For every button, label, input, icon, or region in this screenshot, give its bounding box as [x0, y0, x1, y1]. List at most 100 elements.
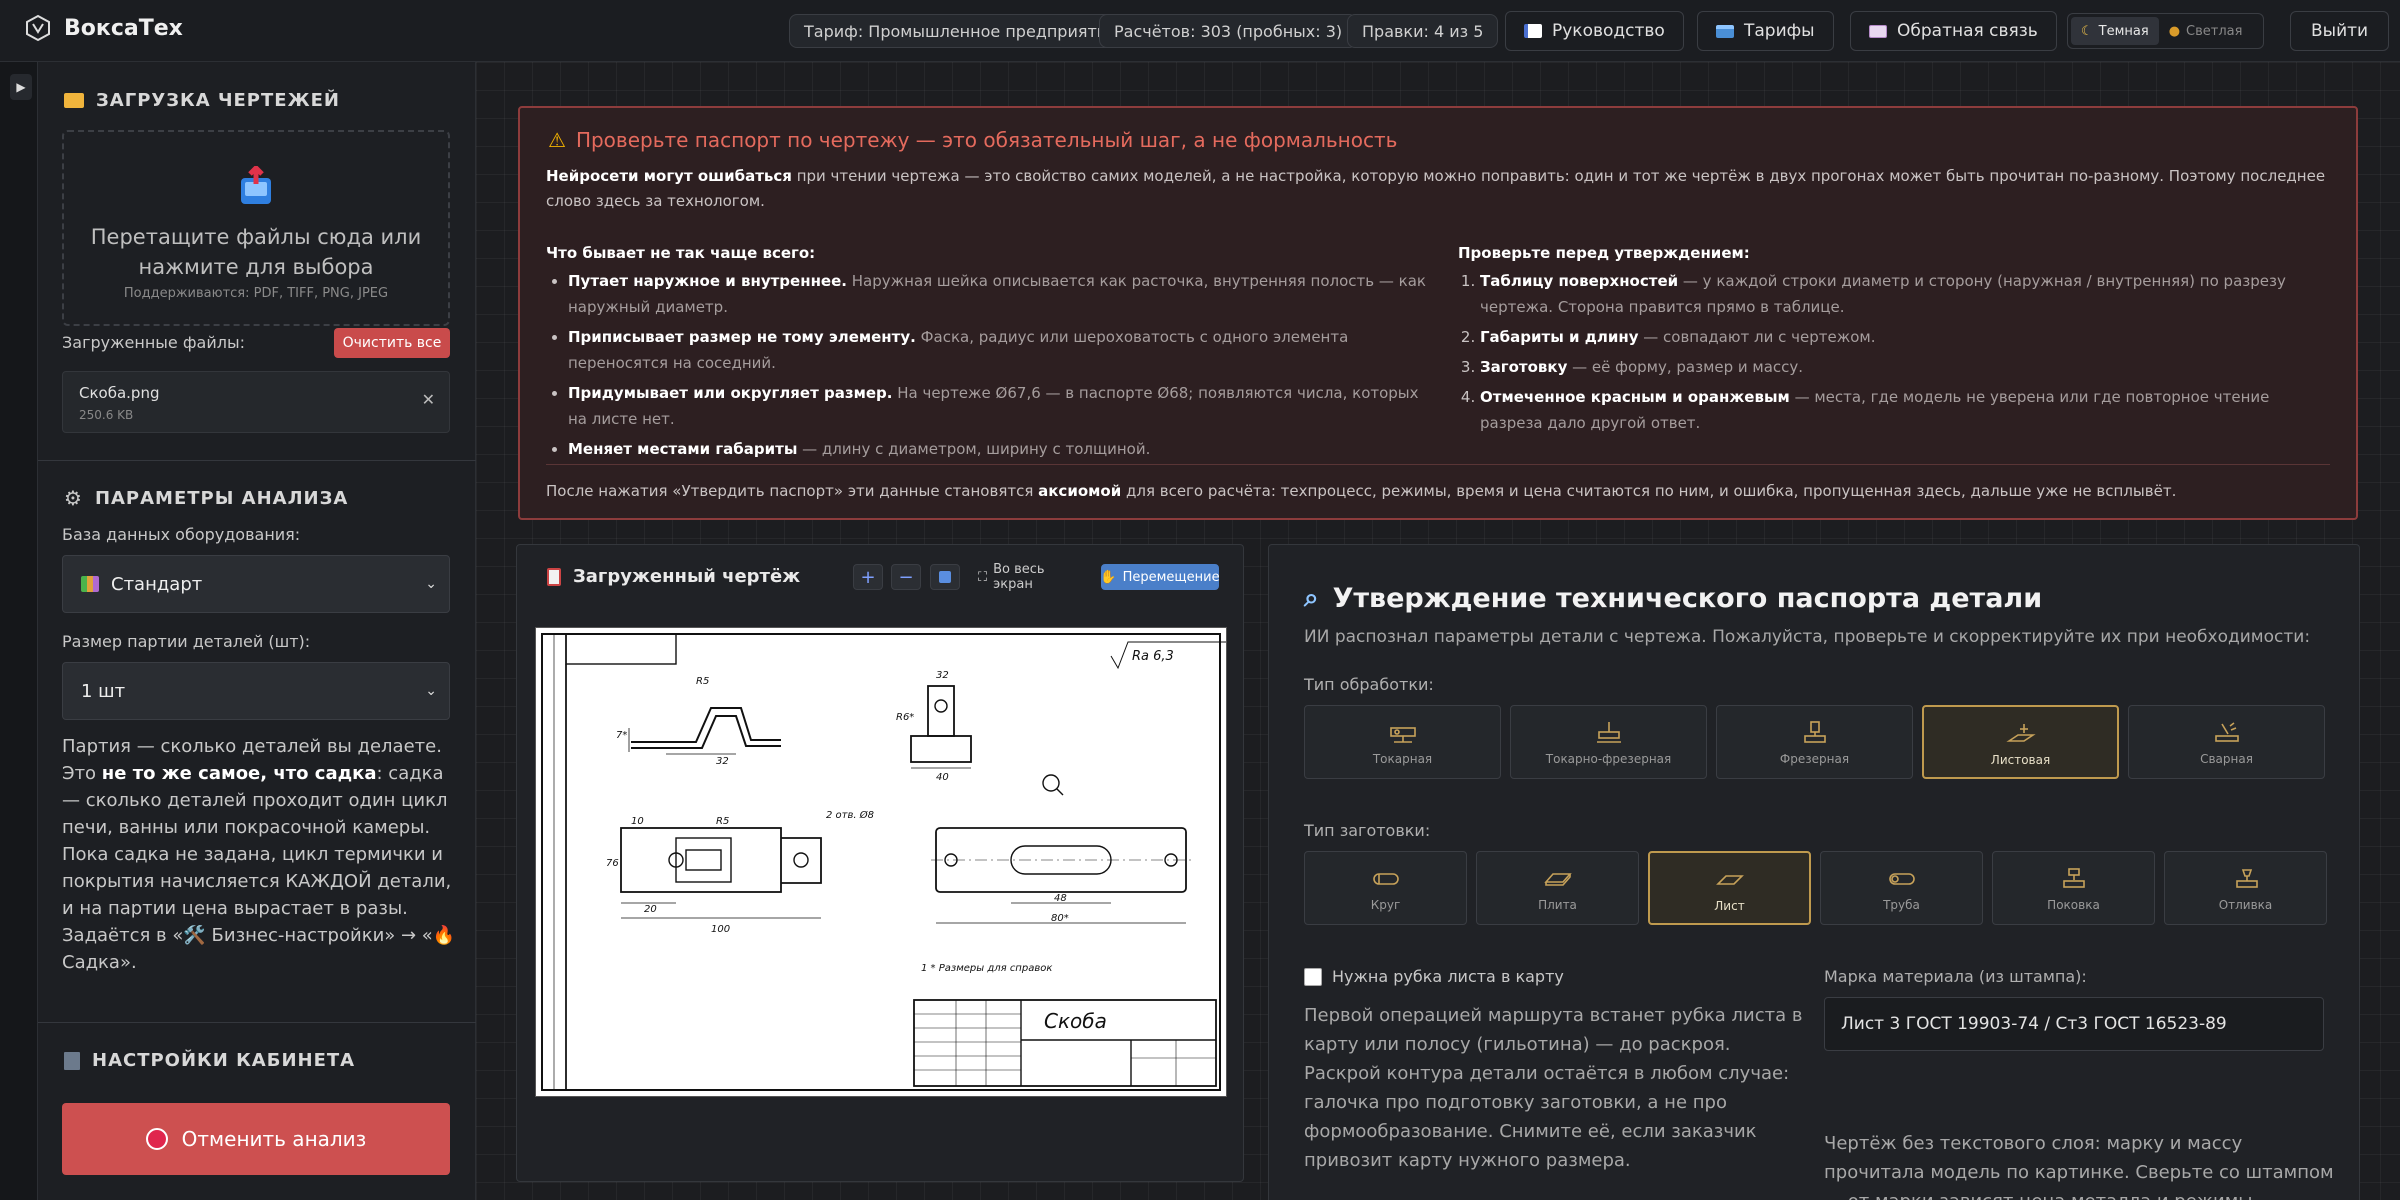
milling-icon	[1803, 721, 1826, 743]
item-bold: Придумывает или округляет размер.	[568, 384, 893, 402]
blank-label: Круг	[1370, 898, 1401, 912]
stop-icon	[145, 1128, 168, 1150]
db-select[interactable]: Стандарт ⌄	[62, 555, 450, 613]
blank-card-round[interactable]: Круг	[1304, 851, 1467, 925]
note-part-2: : садка — сколько деталей проходит один …	[62, 763, 456, 973]
warning-title-text: Проверьте паспорт по чертежу — это обяза…	[575, 128, 1398, 152]
blank-card-sheet[interactable]: Лист	[1648, 851, 1811, 925]
blank-type-label: Тип заготовки:	[1304, 821, 1431, 840]
logo[interactable]: ВоксаТех	[24, 14, 183, 42]
warning-box: ⚠ Проверьте паспорт по чертежу — это обя…	[518, 106, 2358, 520]
feedback-button[interactable]: Обратная связь	[1850, 11, 2057, 51]
guide-button[interactable]: Руководство	[1505, 11, 1684, 51]
passport-panel: ⌕ Утверждение технического паспорта дета…	[1268, 544, 2360, 1200]
cut-sheet-label: Нужна рубка листа в карту	[1332, 967, 1564, 986]
holes-label: 2 отв. Ø8	[826, 809, 874, 821]
params-section-title: ⚙ ПАРАМЕТРЫ АНАЛИЗА	[64, 486, 348, 510]
material-input[interactable]: Лист 3 ГОСТ 19903-74 / Ст3 ГОСТ 16523-89	[1824, 997, 2324, 1051]
fullscreen-label: Во весь экран	[993, 562, 1045, 592]
drawing-image[interactable]: Ra 6,3 R5 R6* 7* 32 32 40 10 R5 2 отв. Ø…	[535, 627, 1227, 1097]
item-bold: Заготовку	[1480, 358, 1568, 376]
gear-icon: ⚙	[64, 486, 83, 510]
processing-card-lathe[interactable]: Токарная	[1304, 705, 1501, 779]
round-bar-icon	[1372, 873, 1399, 885]
processing-label: Листовая	[1990, 753, 2051, 767]
expand-sidebar-button[interactable]: ▶	[10, 74, 32, 100]
welding-icon	[2214, 722, 2239, 742]
dim-20-label: 20	[644, 904, 657, 915]
zoom-in-button[interactable]: +	[853, 564, 883, 590]
drawing-panel: Загруженный чертёж + − ⛶ Во весь экран ✋ П…	[516, 544, 1244, 1182]
batch-note: Партия — сколько деталей вы делаете. Это…	[62, 733, 458, 976]
reset-zoom-button[interactable]	[930, 564, 960, 590]
tariffs-button[interactable]: Тарифы	[1697, 11, 1834, 51]
books-icon	[81, 576, 99, 592]
drop-zone[interactable]: Перетащите файлы сюда или нажмите для вы…	[62, 130, 450, 326]
dim-r5-label: R5	[696, 676, 709, 687]
batch-value: 1 шт	[81, 680, 126, 702]
dim-48-label: 48	[1054, 893, 1067, 904]
blank-label: Лист	[1714, 899, 1745, 913]
footer-part-1: После нажатия «Утвердить паспорт» эти да…	[546, 482, 1039, 500]
footer-bold: аксиомой	[1038, 482, 1122, 500]
dim-32-top-label: 32	[936, 670, 949, 681]
left-rail: ▶	[0, 62, 38, 1200]
clear-all-button[interactable]: Очистить все	[334, 328, 450, 358]
lathe-icon	[1389, 727, 1416, 743]
drop-main-text: Перетащите файлы сюда или нажмите для вы…	[90, 225, 422, 279]
cut-sheet-checkbox[interactable]: Нужна рубка листа в карту	[1304, 967, 1564, 986]
theme-light-option[interactable]: ● Светлая	[2159, 17, 2253, 45]
envelope-icon	[1869, 24, 1887, 38]
passport-title: ⌕ Утверждение технического паспорта дета…	[1304, 583, 2042, 614]
dim-100-label: 100	[711, 924, 730, 935]
chevron-down-icon: ⌄	[425, 683, 437, 699]
clipboard-icon	[547, 567, 561, 586]
main-area: ⚠ Проверьте паспорт по чертежу — это обя…	[476, 62, 2400, 1200]
processing-card-milling[interactable]: Фрезерная	[1716, 705, 1913, 779]
roughness-label: Ra 6,3	[1132, 649, 1174, 664]
top-bar: ВоксаТех Тариф: Промышленное предприятие…	[0, 0, 2400, 62]
dim-40-label: 40	[936, 772, 949, 783]
item-bold: Таблицу поверхностей	[1480, 272, 1679, 290]
processing-card-welding[interactable]: Сварная	[2128, 705, 2325, 779]
item-desc: — совпадают ли с чертежом.	[1638, 328, 1876, 346]
item-desc: — длину с диаметром, ширину с толщиной.	[797, 440, 1151, 458]
processing-card-sheet[interactable]: Листовая	[1922, 705, 2119, 779]
list-item: Придумывает или округляет размер. На чер…	[568, 380, 1426, 432]
db-label: База данных оборудования:	[62, 525, 301, 544]
list-item: Приписывает размер не тому элементу. Фас…	[568, 324, 1426, 376]
cancel-analysis-button[interactable]: Отменить анализ	[62, 1103, 450, 1175]
dim-80-label: 80*	[1051, 913, 1069, 924]
sidebar: ЗАГРУЗКА ЧЕРТЕЖЕЙ Перетащите файлы сюда …	[38, 62, 476, 1200]
logout-button[interactable]: Выйти	[2290, 11, 2390, 51]
tariffs-label: Тарифы	[1744, 21, 1815, 41]
batch-select[interactable]: 1 шт ⌄	[62, 662, 450, 720]
drawing-note: 1 * Размеры для справок	[921, 963, 1052, 974]
processing-card-mill-turn[interactable]: Токарно-фрезерная	[1510, 705, 1707, 779]
remove-file-icon[interactable]: ✕	[422, 390, 435, 409]
file-item: Скоба.png 250.6 KB ✕	[62, 371, 450, 433]
magnifier-icon: ⌕	[1304, 583, 1319, 613]
theme-switch[interactable]: ☾ Темная ● Светлая	[2067, 13, 2264, 49]
list-item: Заготовку — её форму, размер и массу.	[1480, 354, 2334, 380]
blank-card-tube[interactable]: Труба	[1820, 851, 1983, 925]
dim-r5-lower-label: R5	[716, 816, 729, 827]
zoom-out-button[interactable]: −	[891, 564, 921, 590]
play-icon: ▶	[16, 80, 26, 94]
theme-light-label: Светлая	[2186, 23, 2243, 39]
section-divider	[38, 1022, 476, 1023]
pan-button[interactable]: ✋ Перемещение	[1100, 564, 1220, 590]
theme-dark-option[interactable]: ☾ Темная	[2071, 17, 2159, 45]
pan-label: Перемещение	[1122, 569, 1220, 585]
upload-icon	[241, 164, 271, 204]
reset-icon	[939, 571, 951, 583]
tariff-badge: Тариф: Промышленное предприятие	[789, 14, 1133, 48]
blank-card-plate[interactable]: Плита	[1476, 851, 1639, 925]
blank-card-casting[interactable]: Отливка	[2164, 851, 2327, 925]
warning-footer: После нажатия «Утвердить паспорт» эти да…	[546, 482, 2176, 500]
blank-card-forging[interactable]: Поковка	[1992, 851, 2155, 925]
fullscreen-button[interactable]: ⛶ Во весь экран	[969, 562, 1079, 592]
checkbox-box[interactable]	[1304, 967, 1322, 986]
cancel-label: Отменить анализ	[181, 1127, 367, 1151]
processing-label: Фрезерная	[1779, 752, 1850, 766]
